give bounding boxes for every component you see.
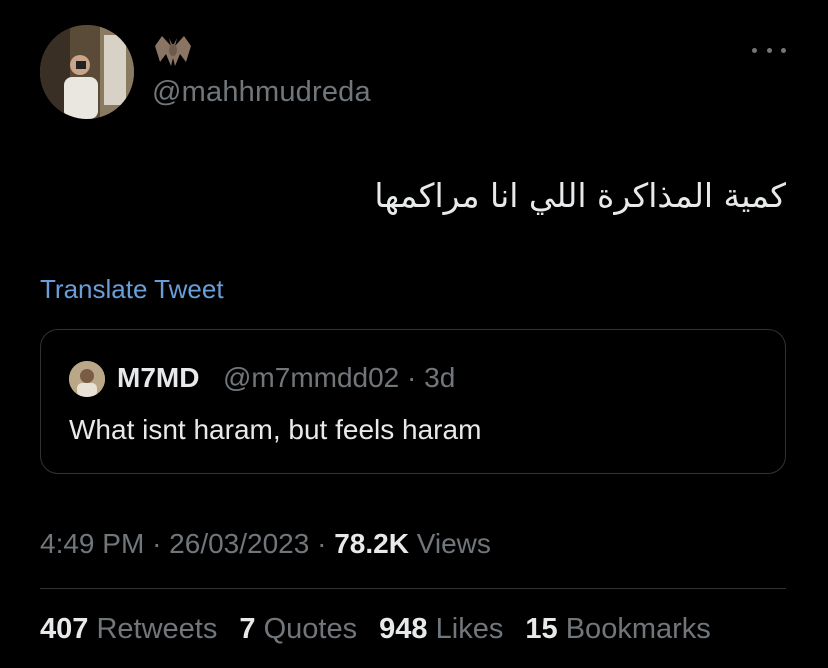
retweets-label: Retweets xyxy=(96,613,218,645)
more-options-icon[interactable] xyxy=(752,40,786,60)
quotes-stat[interactable]: 7 Quotes xyxy=(239,613,357,645)
engagement-stats: 407 Retweets 7 Quotes 948 Likes 15 Bookm… xyxy=(40,613,725,646)
views-label: Views xyxy=(416,528,491,559)
quoted-tweet-text: What isnt haram, but feels haram xyxy=(69,414,482,445)
avatar-photo xyxy=(40,25,134,119)
bat-icon xyxy=(155,36,191,66)
retweets-stat[interactable]: 407 Retweets xyxy=(40,613,217,645)
quoted-meta-separator: · xyxy=(407,362,417,393)
quoted-author-avatar xyxy=(69,361,105,397)
divider xyxy=(40,588,786,589)
likes-count: 948 xyxy=(379,613,428,645)
meta-separator: · xyxy=(317,528,327,559)
quoted-tweet-card[interactable]: M7MD @m7mmdd02 · 3d What isnt haram, but… xyxy=(40,329,786,474)
quoted-author-handle: @m7mmdd02 xyxy=(223,362,400,393)
tweet-date[interactable]: 26/03/2023 xyxy=(169,528,309,559)
bookmarks-count: 15 xyxy=(525,613,558,645)
quotes-label: Quotes xyxy=(263,613,358,645)
views-count: 78.2K xyxy=(334,528,409,559)
meta-separator: · xyxy=(152,528,162,559)
tweet-meta: 4:49 PM · 26/03/2023 · 78.2K Views xyxy=(40,528,491,560)
translate-tweet-link[interactable]: Translate Tweet xyxy=(40,274,224,305)
quoted-tweet-age: 3d xyxy=(424,362,456,393)
retweets-count: 407 xyxy=(40,613,89,645)
likes-stat[interactable]: 948 Likes xyxy=(379,613,503,645)
tweet-text: كمية المذاكرة اللي انا مراكمها xyxy=(374,176,786,215)
quotes-count: 7 xyxy=(239,613,256,645)
bookmarks-label: Bookmarks xyxy=(565,613,711,645)
quoted-author-name: M7MD xyxy=(117,362,200,393)
likes-label: Likes xyxy=(435,613,504,645)
tweet-time[interactable]: 4:49 PM xyxy=(40,528,144,559)
bookmarks-stat[interactable]: 15 Bookmarks xyxy=(525,613,710,645)
author-avatar[interactable] xyxy=(40,25,134,119)
author-handle[interactable]: @mahhmudreda xyxy=(152,76,371,109)
quoted-author-meta: @m7mmdd02 · 3d xyxy=(223,362,455,394)
